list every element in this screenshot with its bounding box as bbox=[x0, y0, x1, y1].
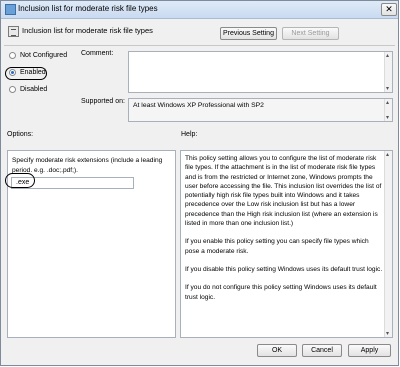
help-paragraph: If you enable this policy setting you ca… bbox=[185, 238, 369, 255]
radio-disabled-label: Disabled bbox=[20, 86, 48, 93]
policy-icon bbox=[8, 26, 19, 37]
help-paragraph: This policy setting allows you to config… bbox=[185, 155, 382, 228]
help-label: Help: bbox=[181, 131, 198, 138]
radio-disabled-dot[interactable] bbox=[9, 86, 16, 93]
help-panel: This policy setting allows you to config… bbox=[180, 150, 393, 338]
supported-on-label: Supported on: bbox=[81, 98, 125, 105]
close-button[interactable]: ✕ bbox=[381, 3, 397, 16]
radio-not-configured-dot[interactable] bbox=[9, 52, 16, 59]
help-text: This policy setting allows you to config… bbox=[185, 154, 383, 311]
comment-field[interactable] bbox=[128, 51, 393, 93]
supported-on-value: At least Windows XP Professional with SP… bbox=[133, 102, 264, 109]
ok-button[interactable]: OK bbox=[257, 344, 297, 357]
radio-disabled[interactable]: Disabled bbox=[9, 86, 47, 93]
supported-scrollbar[interactable] bbox=[384, 99, 392, 121]
window-title: Inclusion list for moderate risk file ty… bbox=[18, 4, 158, 13]
input-highlight-ring bbox=[5, 173, 35, 188]
comment-label: Comment: bbox=[81, 50, 114, 57]
options-label: Options: bbox=[7, 131, 34, 138]
app-icon bbox=[5, 4, 16, 15]
cancel-button[interactable]: Cancel bbox=[302, 344, 342, 357]
previous-setting-button[interactable]: Previous Setting bbox=[220, 27, 277, 40]
help-scrollbar[interactable] bbox=[384, 151, 392, 337]
options-description: Specify moderate risk extensions (includ… bbox=[12, 157, 163, 174]
header-divider bbox=[4, 45, 395, 46]
help-paragraph: If you do not configure this policy sett… bbox=[185, 284, 377, 301]
policy-dialog: Inclusion list for moderate risk file ty… bbox=[0, 0, 399, 366]
supported-on-field: At least Windows XP Professional with SP… bbox=[128, 98, 393, 122]
comment-scrollbar[interactable] bbox=[384, 52, 392, 92]
title-bar: Inclusion list for moderate risk file ty… bbox=[1, 1, 398, 19]
help-paragraph: If you disable this policy setting Windo… bbox=[185, 265, 383, 273]
next-setting-button[interactable]: Next Setting bbox=[282, 27, 339, 40]
radio-not-configured[interactable]: Not Configured bbox=[9, 52, 67, 59]
setting-title: Inclusion list for moderate risk file ty… bbox=[22, 26, 153, 35]
apply-button[interactable]: Apply bbox=[348, 344, 391, 357]
radio-not-configured-label: Not Configured bbox=[20, 52, 68, 59]
enabled-highlight-ring bbox=[5, 67, 47, 80]
